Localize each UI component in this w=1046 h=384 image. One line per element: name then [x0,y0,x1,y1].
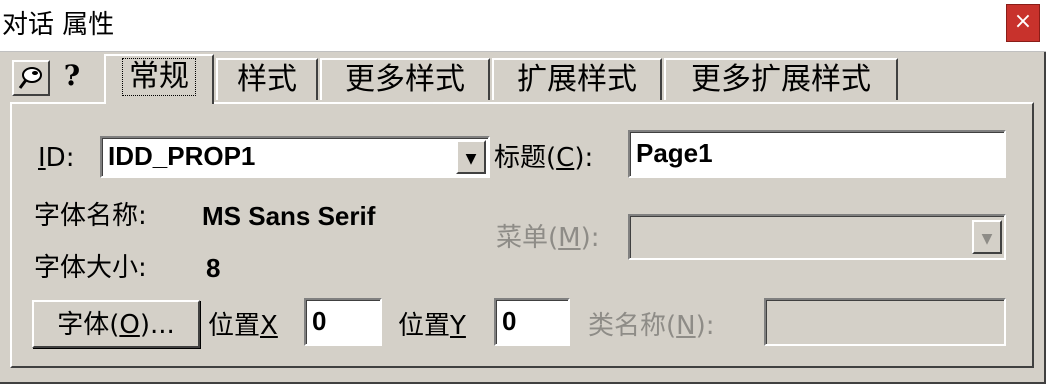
x-position-label: 位置X [208,311,278,341]
caption-field[interactable]: Page1 [628,130,1006,178]
y-position-value: 0 [502,306,517,336]
chevron-down-icon: ▼ [465,151,477,167]
font-size-label: 字体大小: [34,253,147,283]
close-button[interactable]: × [1006,4,1040,42]
close-icon: × [1013,9,1033,34]
class-name-field[interactable] [764,298,1006,346]
tab-more-styles[interactable]: 更多样式 [320,58,490,100]
menu-combobox[interactable] [628,214,1006,260]
menu-dropdown-button[interactable]: ▼ [972,220,1002,254]
font-button[interactable]: 字体(O)... [32,300,200,348]
y-position-field[interactable]: 0 [494,298,570,346]
caption-label: 标题(C): [494,143,594,173]
tab-general[interactable]: 常规 [104,54,214,104]
window-title: 对话 属性 [2,10,115,40]
font-name-label: 字体名称: [34,201,147,231]
id-dropdown-button[interactable]: ▼ [456,140,486,174]
y-position-label: 位置Y [398,311,466,341]
font-size-value: 8 [206,253,221,283]
tab-styles[interactable]: 样式 [216,58,318,100]
x-position-value: 0 [312,306,327,336]
tab-extended-styles[interactable]: 扩展样式 [492,58,662,100]
id-value: IDD_PROP1 [108,141,256,171]
caption-value: Page1 [636,138,713,168]
x-position-field[interactable]: 0 [304,298,382,346]
tab-label: 常规 [122,58,196,96]
title-bar[interactable]: 对话 属性 × [0,0,1046,52]
chevron-down-icon: ▼ [981,231,993,247]
font-name-value: MS Sans Serif [202,201,376,231]
tab-label: 更多扩展样式 [691,62,871,97]
tab-label: 样式 [237,62,297,97]
help-icon[interactable]: ? [58,58,86,94]
tab-label: 更多样式 [345,62,465,97]
tab-label: 扩展样式 [517,62,637,97]
id-label: ID: [38,143,75,173]
id-combobox[interactable]: IDD_PROP1 [100,136,490,178]
dialog-window: 对话 属性 × ? 常规 样式 更多样式 扩展样式 更多扩展样式 ID: IDD… [0,0,1046,384]
pushpin-icon[interactable] [12,60,50,96]
tab-more-extended-styles[interactable]: 更多扩展样式 [664,58,898,100]
menu-label: 菜单(M): [496,223,600,253]
class-name-label: 类名称(N): [588,311,715,341]
